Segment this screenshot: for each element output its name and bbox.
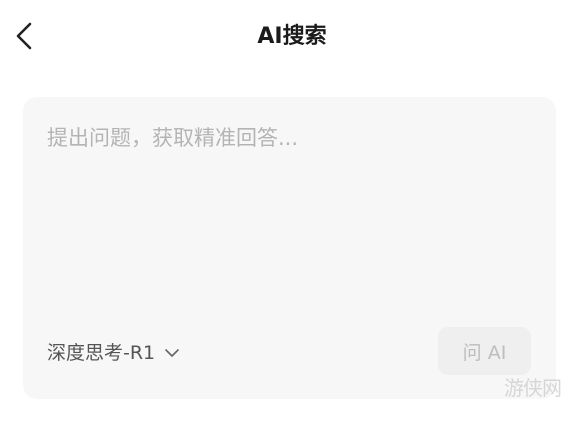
- search-card: 深度思考-R1 问 AI: [23, 97, 556, 399]
- question-input[interactable]: [23, 97, 556, 307]
- page-title: AI搜索: [257, 24, 327, 49]
- chevron-down-icon: [164, 348, 180, 358]
- ask-ai-button[interactable]: 问 AI: [438, 327, 531, 375]
- header-bar: AI搜索: [0, 0, 584, 78]
- model-selector[interactable]: 深度思考-R1: [47, 337, 180, 369]
- watermark-logo: 游侠网: [504, 376, 562, 400]
- model-selector-label: 深度思考-R1: [47, 342, 156, 364]
